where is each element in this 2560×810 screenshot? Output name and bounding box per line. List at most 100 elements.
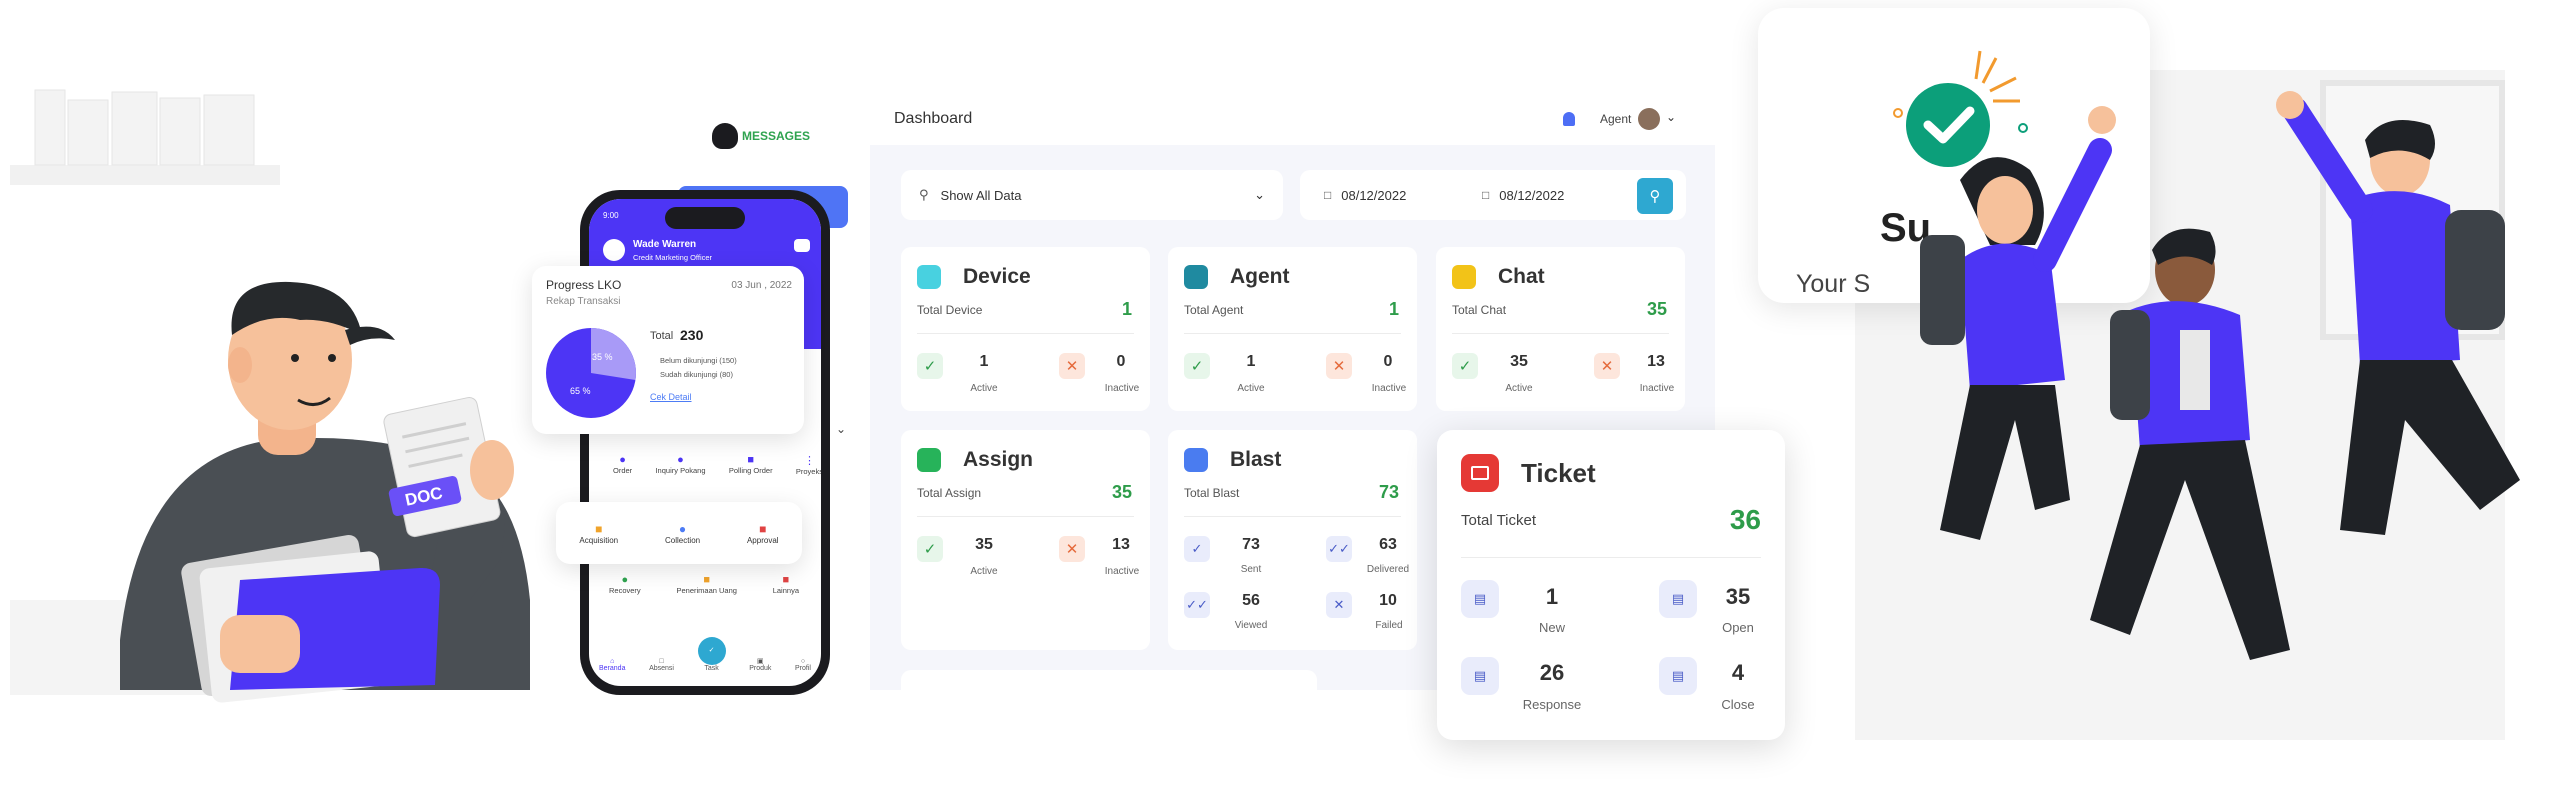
nav-item-absensi[interactable]: □ Absensi: [649, 658, 674, 672]
divider: [1184, 516, 1401, 517]
nav-label: Absensi: [649, 665, 674, 672]
total-value: 1: [1121, 299, 1132, 319]
sent-value: 73: [1242, 536, 1260, 553]
chat-icon: [1452, 265, 1476, 289]
date-to-field[interactable]: □ 08/12/2022: [1468, 175, 1618, 215]
menu-icon: ■: [782, 574, 790, 586]
card-title: Assign: [963, 448, 1034, 471]
nav-label: Produk: [749, 665, 772, 672]
viewed-label: Viewed: [1234, 620, 1268, 631]
active-value: 35: [975, 536, 993, 553]
nav-item-beranda[interactable]: ⌂ Beranda: [599, 658, 625, 672]
failed-label: Failed: [1375, 620, 1403, 631]
new-label: New: [1538, 620, 1565, 635]
card-title: Chat: [1498, 265, 1545, 288]
menu-item-label: Penerimaan Uang: [676, 586, 737, 595]
blast-icon: [1184, 448, 1208, 472]
chevron-down-icon: ⌄: [1254, 187, 1265, 202]
chevron-down-icon[interactable]: ⌄: [1666, 110, 1676, 124]
menu-item-collection[interactable]: ● Collection: [665, 522, 700, 545]
progress-date: 03 Jun , 2022: [731, 280, 792, 291]
check-icon: ✓: [1452, 353, 1478, 379]
ticket-close-icon: ▤: [1659, 657, 1697, 695]
total-label: Total Assign: [917, 486, 982, 500]
ticket-response-icon: ▤: [1461, 657, 1499, 695]
menu-item[interactable]: ■ Lainnya: [773, 574, 799, 595]
assign-card: Assign Total Assign 35 ✓ 35 Active ✕ 13 …: [901, 430, 1150, 650]
menu-item[interactable]: ⋮ Proyeks: [796, 454, 821, 476]
nav-item-produk[interactable]: ▣ Produk: [749, 657, 771, 672]
menu-item-acquisition[interactable]: ■ Acquisition: [579, 522, 618, 545]
total-label: Total Agent: [1184, 303, 1244, 317]
profile-icon: ○: [800, 658, 806, 665]
active-label: Active: [1237, 383, 1265, 394]
open-label: Open: [1722, 620, 1754, 635]
inactive-value: 13: [1112, 536, 1130, 553]
menu-item[interactable]: ● Recovery: [609, 574, 641, 595]
nav-item-task[interactable]: ✓ Task: [697, 637, 726, 672]
agent-icon: [1184, 265, 1208, 289]
nav-label: Beranda: [599, 665, 626, 672]
location-icon: ⚲: [919, 187, 929, 202]
bell-icon[interactable]: [1563, 112, 1575, 126]
menu-item[interactable]: ● Inquiry Pokang: [655, 454, 705, 476]
ticket-new-icon: ▤: [1461, 580, 1499, 618]
active-label: Active: [970, 566, 998, 577]
brand-logo: MESSAGES: [712, 123, 810, 149]
calendar-icon: □: [659, 658, 664, 665]
active-value: 1: [979, 353, 989, 370]
page-title: Dashboard: [894, 110, 973, 127]
total-value: 35: [1646, 299, 1667, 319]
inactive-value: 13: [1647, 353, 1665, 370]
agent-card: Agent Total Agent 1 ✓ 1 Active ✕ 0 Inact…: [1168, 247, 1417, 411]
filter-select[interactable]: ⚲ Show All Data ⌄: [901, 170, 1283, 220]
collection-icon: ●: [678, 521, 687, 536]
jumping-people-illustration: [1920, 91, 2520, 660]
divider: [1452, 333, 1669, 334]
avatar[interactable]: [1638, 108, 1660, 130]
sent-icon: ✓: [1184, 536, 1210, 562]
pie-label-big: 65 %: [570, 386, 591, 396]
phone-menu-row-3: ● Recovery ■ Penerimaan Uang ■ Lainnya: [609, 574, 799, 595]
device-card: Device Total Device 1 ✓ 1 Active ✕ 0 Ina…: [901, 247, 1150, 411]
menu-icon: ●: [621, 574, 629, 586]
failed-value: 10: [1379, 592, 1397, 609]
nav-item-profil[interactable]: ○ Profil: [795, 658, 811, 672]
delivered-label: Delivered: [1366, 564, 1410, 575]
search-icon: ⚲: [1649, 188, 1661, 205]
card-title: Ticket: [1521, 458, 1596, 488]
close-icon: ✕: [1326, 353, 1352, 379]
ticket-card: Ticket Total Ticket 36 ▤ 1 New ▤ 35 Open…: [1437, 430, 1785, 740]
active-label: Active: [1505, 383, 1533, 394]
divider: [1461, 557, 1761, 558]
menu-item[interactable]: ■ Penerimaan Uang: [676, 574, 736, 595]
inactive-value: 0: [1383, 353, 1393, 370]
menu-icon: ●: [677, 454, 684, 466]
viewed-value: 56: [1242, 592, 1260, 609]
legend-a: Belum dikunjungi (150): [660, 356, 737, 365]
total-label: Total Blast: [1184, 486, 1240, 500]
brand-name: MESSAGES: [742, 129, 811, 143]
left-illustration: DOC MESSAGES 9:00 Wade Warren Credit Mar…: [0, 0, 880, 805]
progress-total-label: Total: [650, 330, 674, 342]
menu-icon: ●: [619, 454, 626, 466]
search-button[interactable]: ⚲: [1637, 178, 1673, 214]
avatar[interactable]: [603, 239, 625, 261]
delivered-icon: ✓✓: [1326, 536, 1352, 562]
date-from-field[interactable]: □ 08/12/2022: [1310, 175, 1460, 215]
chat-icon[interactable]: [794, 239, 810, 252]
menu-icon: ⋮: [803, 455, 815, 467]
new-value: 1: [1545, 584, 1559, 609]
menu-item-approval[interactable]: ■ Approval: [747, 522, 779, 545]
cek-detail-link[interactable]: Cek Detail: [650, 392, 692, 402]
check-icon: ✓: [917, 536, 943, 562]
calendar-icon: □: [1324, 188, 1332, 202]
chevron-down-icon[interactable]: ⌄: [836, 422, 846, 436]
delivered-value: 63: [1379, 536, 1397, 553]
response-value: 26: [1539, 660, 1565, 685]
active-label: Active: [970, 383, 998, 394]
divider: [917, 333, 1134, 334]
open-value: 35: [1725, 584, 1751, 609]
menu-item[interactable]: ■ Polling Order: [729, 454, 773, 476]
menu-item[interactable]: ● Order: [613, 454, 632, 476]
